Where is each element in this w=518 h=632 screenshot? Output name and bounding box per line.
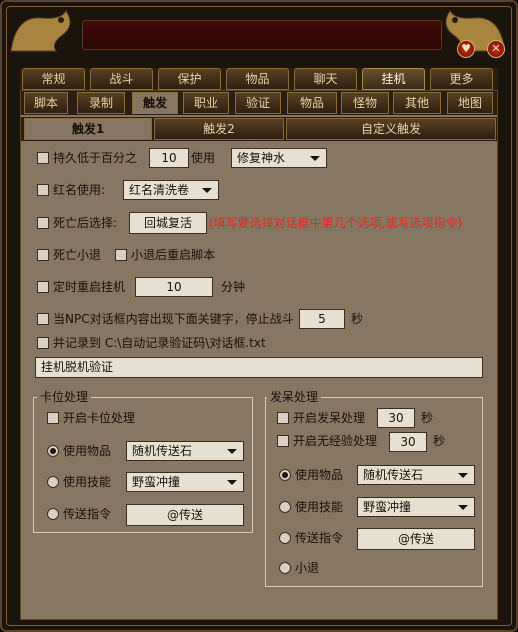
stuck-enable-checkbox[interactable] bbox=[47, 412, 59, 424]
npc-stop-input[interactable]: 5 bbox=[299, 309, 345, 329]
npc-stop-checkbox[interactable] bbox=[37, 313, 49, 325]
tab-map[interactable]: 地图 bbox=[447, 92, 493, 114]
tab-protect[interactable]: 保护 bbox=[158, 68, 221, 90]
sub-tab-bar: 脚本 录制 触发 职业 验证 物品 怪物 其他 地图 bbox=[21, 91, 497, 115]
timed-restart-checkbox[interactable] bbox=[37, 281, 49, 293]
tab-afk[interactable]: 挂机 bbox=[362, 68, 425, 90]
death-logout-checkbox[interactable] bbox=[37, 249, 49, 261]
idle-enable-input[interactable]: 30 bbox=[377, 408, 415, 428]
idle-enable-label: 开启发呆处理 bbox=[293, 411, 366, 425]
title-bar bbox=[82, 20, 442, 50]
idle-item-value: 随机传送石 bbox=[363, 468, 424, 482]
stuck-use-skill-label: 使用技能 bbox=[63, 475, 112, 489]
heart-minimize-icon[interactable]: ♥ bbox=[457, 40, 475, 58]
idle-skill-select[interactable]: 野蛮冲撞 bbox=[357, 497, 475, 517]
stuck-enable-label: 开启卡位处理 bbox=[63, 411, 136, 425]
death-select-checkbox[interactable] bbox=[37, 217, 49, 229]
stuck-group-title: 卡位处理 bbox=[37, 390, 92, 404]
keyword-input[interactable]: 挂机脱机验证 bbox=[35, 357, 483, 378]
hp-low-item-select[interactable]: 修复神水 bbox=[231, 148, 327, 168]
idle-skill-value: 野蛮冲撞 bbox=[363, 500, 412, 514]
hp-low-item-value: 修复神水 bbox=[237, 151, 286, 165]
stuck-command-radio[interactable] bbox=[47, 508, 59, 520]
record-checkbox[interactable] bbox=[37, 337, 49, 349]
chevron-down-icon bbox=[227, 449, 237, 454]
chevron-down-icon bbox=[458, 473, 468, 478]
idle-enable-unit: 秒 bbox=[421, 411, 434, 425]
tab-items[interactable]: 物品 bbox=[226, 68, 289, 90]
idle-logout-radio[interactable] bbox=[279, 562, 291, 574]
hp-low-label: 持久低于百分之 bbox=[53, 151, 138, 165]
stuck-command-label: 传送指令 bbox=[63, 507, 112, 521]
idle-noexp-input[interactable]: 30 bbox=[389, 432, 427, 452]
hp-low-use-label: 使用 bbox=[191, 151, 216, 165]
idle-use-skill-label: 使用技能 bbox=[295, 500, 344, 514]
tab-class[interactable]: 职业 bbox=[183, 92, 229, 114]
tab-sub-items[interactable]: 物品 bbox=[287, 92, 337, 114]
timed-restart-label: 定时重启挂机 bbox=[53, 280, 126, 294]
restart-after-logout-label: 小退后重启脚本 bbox=[131, 248, 216, 262]
tab-more[interactable]: 更多 bbox=[430, 68, 493, 90]
idle-use-item-label: 使用物品 bbox=[295, 468, 344, 482]
tab-trigger-1[interactable]: 触发1 bbox=[24, 118, 152, 140]
tab-combat[interactable]: 战斗 bbox=[90, 68, 153, 90]
stuck-skill-select[interactable]: 野蛮冲撞 bbox=[126, 472, 244, 492]
main-tab-bar: 常规 战斗 保护 物品 聊天 挂机 更多 bbox=[20, 68, 498, 90]
idle-use-skill-radio[interactable] bbox=[279, 501, 291, 513]
red-name-checkbox[interactable] bbox=[37, 184, 49, 196]
idle-item-select[interactable]: 随机传送石 bbox=[357, 465, 475, 485]
tab-monster[interactable]: 怪物 bbox=[341, 92, 389, 114]
chevron-down-icon bbox=[202, 188, 212, 193]
idle-logout-label: 小退 bbox=[295, 561, 320, 575]
tab-record[interactable]: 录制 bbox=[77, 92, 125, 114]
red-name-item-select[interactable]: 红名清洗卷 bbox=[123, 180, 219, 200]
tab-custom-trigger[interactable]: 自定义触发 bbox=[286, 118, 496, 140]
death-logout-label: 死亡小退 bbox=[53, 248, 102, 262]
stuck-item-value: 随机传送石 bbox=[132, 444, 193, 458]
restart-after-logout-checkbox[interactable] bbox=[115, 249, 127, 261]
tab-verify[interactable]: 验证 bbox=[235, 92, 281, 114]
idle-command-label: 传送指令 bbox=[295, 531, 344, 545]
stuck-use-item-label: 使用物品 bbox=[63, 444, 112, 458]
stuck-use-item-radio[interactable] bbox=[47, 445, 59, 457]
tab-trigger[interactable]: 触发 bbox=[132, 92, 178, 114]
record-label: 并记录到 C:\自动记录验证码\对话框.txt bbox=[53, 336, 266, 350]
idle-command-radio[interactable] bbox=[279, 532, 291, 544]
death-hint-text: (填写要选择对话框中第几个选项,或写选项指令) bbox=[209, 216, 463, 230]
chevron-down-icon bbox=[227, 480, 237, 485]
trigger-tab-bar: 触发1 触发2 自定义触发 bbox=[21, 117, 497, 141]
stuck-item-select[interactable]: 随机传送石 bbox=[126, 441, 244, 461]
idle-noexp-checkbox[interactable] bbox=[277, 435, 289, 447]
dragon-ornament-icon bbox=[10, 10, 71, 52]
stuck-command-input[interactable]: @传送 bbox=[126, 504, 244, 526]
idle-use-item-radio[interactable] bbox=[279, 469, 291, 481]
hp-low-input[interactable]: 10 bbox=[149, 148, 189, 168]
content-panel: 脚本 录制 触发 职业 验证 物品 怪物 其他 地图 触发1 触发2 自定义触发… bbox=[20, 90, 498, 620]
tab-trigger-2[interactable]: 触发2 bbox=[154, 118, 284, 140]
chevron-down-icon bbox=[310, 156, 320, 161]
idle-enable-checkbox[interactable] bbox=[277, 412, 289, 424]
death-select-label: 死亡后选择: bbox=[53, 216, 118, 230]
npc-stop-unit: 秒 bbox=[351, 312, 364, 326]
death-revive-input[interactable]: 回城复活 bbox=[129, 212, 207, 234]
npc-stop-label: 当NPC对话框内容出现下面关键字，停止战斗 bbox=[53, 312, 294, 326]
idle-noexp-unit: 秒 bbox=[433, 434, 446, 448]
idle-command-input[interactable]: @传送 bbox=[357, 528, 475, 550]
hp-low-checkbox[interactable] bbox=[37, 152, 49, 164]
tab-script[interactable]: 脚本 bbox=[24, 92, 68, 114]
timed-restart-unit: 分钟 bbox=[221, 280, 246, 294]
tab-other[interactable]: 其他 bbox=[393, 92, 441, 114]
idle-group-title: 发呆处理 bbox=[267, 390, 322, 404]
stuck-use-skill-radio[interactable] bbox=[47, 476, 59, 488]
tab-general[interactable]: 常规 bbox=[22, 68, 85, 90]
idle-noexp-label: 开启无经验处理 bbox=[293, 434, 378, 448]
tab-chat[interactable]: 聊天 bbox=[294, 68, 357, 90]
chevron-down-icon bbox=[458, 505, 468, 510]
red-name-label: 红名使用: bbox=[53, 183, 106, 197]
timed-restart-input[interactable]: 10 bbox=[135, 277, 213, 297]
close-icon[interactable]: ✕ bbox=[487, 40, 505, 58]
red-name-item-value: 红名清洗卷 bbox=[129, 183, 190, 197]
stuck-skill-value: 野蛮冲撞 bbox=[132, 475, 181, 489]
